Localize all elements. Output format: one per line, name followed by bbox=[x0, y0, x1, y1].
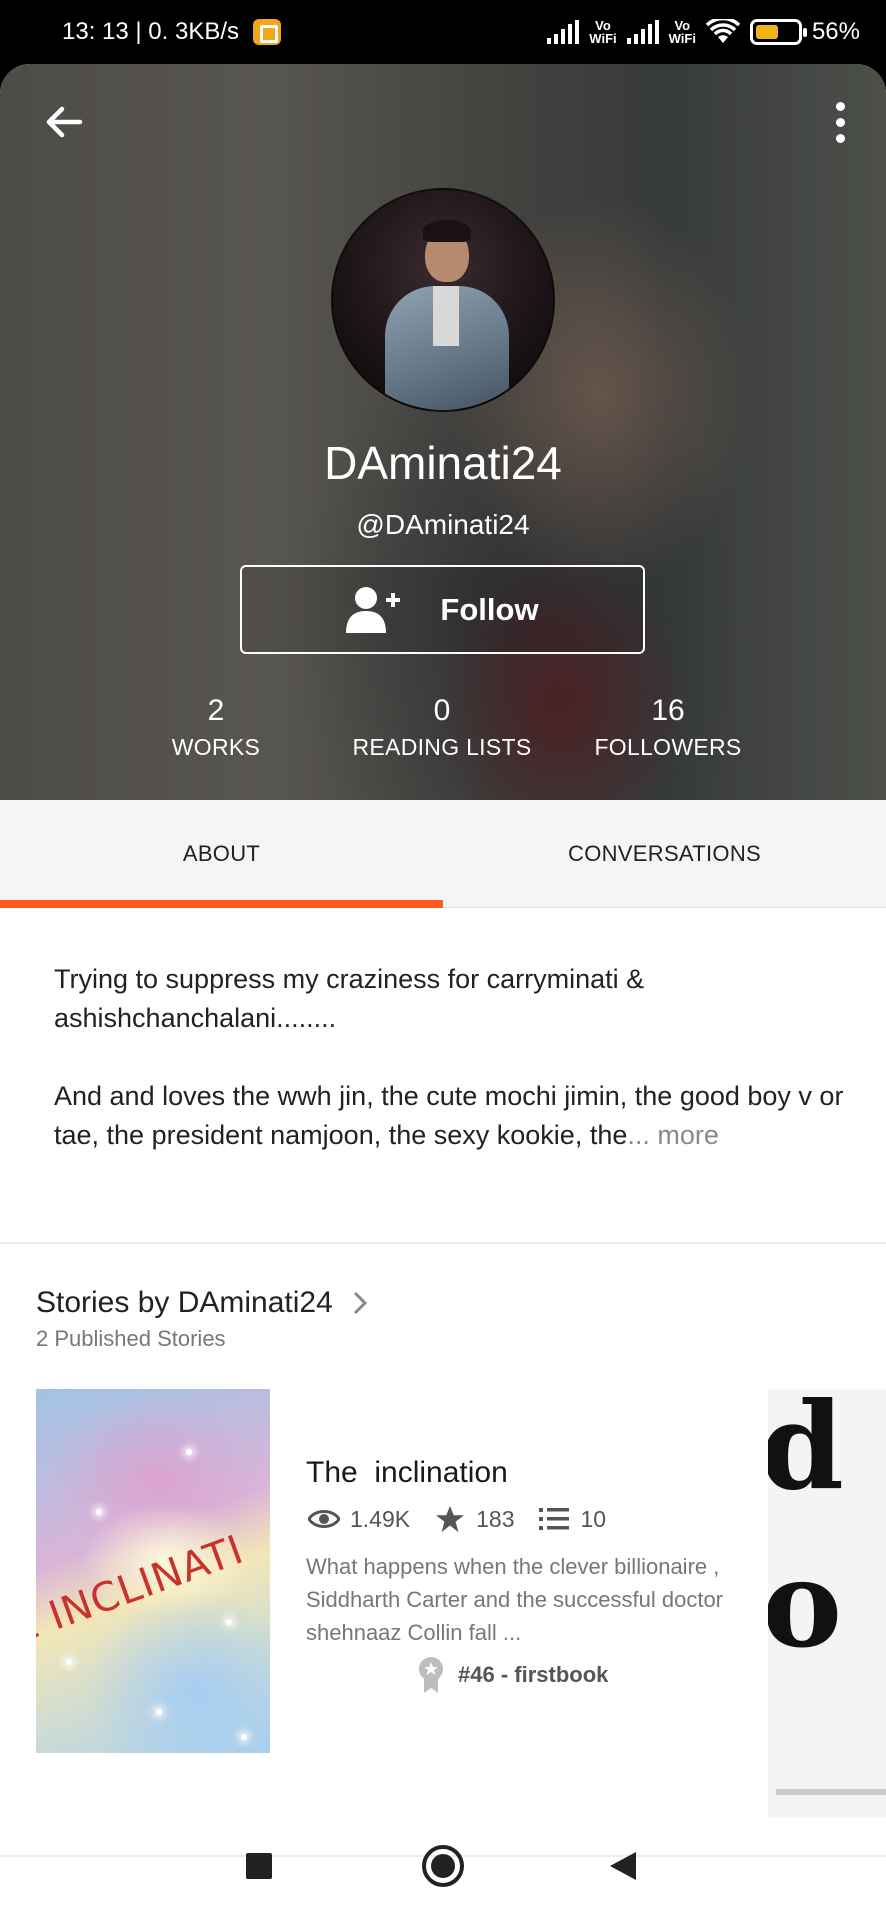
chevron-right-icon bbox=[353, 1291, 367, 1315]
next-story-cover[interactable]: d o bbox=[768, 1389, 886, 1817]
add-person-icon bbox=[346, 586, 401, 633]
story-description: What happens when the clever billionaire… bbox=[306, 1554, 724, 1645]
follow-button[interactable]: Follow bbox=[240, 565, 645, 654]
eye-icon bbox=[308, 1510, 340, 1528]
username-handle: @DAminati24 bbox=[356, 509, 530, 540]
about-more-link[interactable]: ... more bbox=[627, 1120, 719, 1150]
about-text: Trying to suppress my craziness for carr… bbox=[54, 960, 844, 1194]
stories-section-header[interactable]: Stories by DAminati24 bbox=[36, 1286, 371, 1320]
profile-tabs: ABOUT CONVERSATIONS bbox=[0, 800, 886, 908]
section-divider bbox=[0, 1242, 886, 1244]
story-reads: 1.49K bbox=[350, 1505, 411, 1532]
stories-section-title: Stories by DAminati24 bbox=[36, 1286, 333, 1319]
volte-wifi-icon-2: Vo WiFi bbox=[668, 18, 696, 46]
stat-reading-lists-label: READING LISTS bbox=[352, 734, 532, 760]
status-time: 13: 13 | 0. 3KB/s bbox=[62, 18, 282, 46]
notification-app-icon bbox=[253, 19, 282, 45]
status-time-speed: 13: 13 | 0. 3KB/s bbox=[62, 18, 240, 45]
wifi-icon bbox=[705, 19, 740, 43]
story-rank-label: #46 - firstbook bbox=[458, 1662, 609, 1687]
follow-label: Follow bbox=[440, 591, 539, 627]
profile-header: DAminati24 @DAminati24 Follow 2 WORKS 0 … bbox=[0, 64, 886, 800]
tab-conversations[interactable]: CONVERSATIONS bbox=[443, 800, 886, 907]
stat-followers-value: 16 bbox=[651, 694, 685, 727]
story-votes: 183 bbox=[476, 1505, 515, 1532]
stat-works[interactable]: 2 WORKS bbox=[106, 694, 326, 761]
rank-badge-icon bbox=[419, 1657, 443, 1693]
volte-wifi-icon: Vo WiFi bbox=[589, 18, 617, 46]
star-icon bbox=[436, 1505, 465, 1533]
story-cover[interactable]: E INCLINATI bbox=[36, 1389, 270, 1753]
avatar[interactable] bbox=[331, 188, 555, 412]
nav-back-icon[interactable] bbox=[608, 1850, 638, 1882]
tab-about[interactable]: ABOUT bbox=[0, 800, 443, 908]
more-vertical-icon[interactable] bbox=[820, 94, 860, 150]
signal-icon bbox=[547, 20, 580, 44]
about-paragraph-2: And and loves the wwh jin, the cute moch… bbox=[54, 1081, 844, 1150]
app-screen: DAminati24 @DAminati24 Follow 2 WORKS 0 … bbox=[0, 64, 886, 1920]
stat-reading-lists[interactable]: 0 READING LISTS bbox=[332, 694, 552, 761]
battery-percent: 56% bbox=[811, 18, 860, 45]
stat-reading-lists-value: 0 bbox=[433, 694, 451, 727]
status-indicators: Vo WiFi Vo WiFi 56% bbox=[547, 18, 860, 46]
story-title[interactable]: The inclination bbox=[306, 1456, 508, 1490]
stat-works-value: 2 bbox=[207, 694, 225, 727]
nav-recents-icon[interactable] bbox=[245, 1852, 273, 1880]
list-icon bbox=[539, 1508, 570, 1530]
back-arrow-icon[interactable] bbox=[40, 98, 88, 146]
about-paragraph-1: Trying to suppress my craziness for carr… bbox=[54, 964, 645, 1033]
story-stats: 1.49K 183 10 bbox=[308, 1505, 630, 1533]
story-cover-text: E INCLINATI bbox=[36, 1526, 250, 1654]
stories-count: 2 Published Stories bbox=[36, 1326, 226, 1351]
story-rank[interactable]: #46 - firstbook bbox=[416, 1656, 608, 1694]
stat-followers-label: FOLLOWERS bbox=[594, 734, 742, 760]
battery-icon bbox=[749, 19, 807, 45]
story-parts: 10 bbox=[580, 1505, 607, 1532]
nav-home-icon[interactable] bbox=[421, 1844, 465, 1888]
signal-icon-2 bbox=[626, 20, 659, 44]
stat-followers[interactable]: 16 FOLLOWERS bbox=[558, 694, 778, 761]
display-name: DAminati24 bbox=[324, 437, 562, 489]
status-bar: 13: 13 | 0. 3KB/s Vo WiFi Vo WiFi 56% bbox=[0, 0, 886, 64]
stat-works-label: WORKS bbox=[171, 734, 261, 760]
